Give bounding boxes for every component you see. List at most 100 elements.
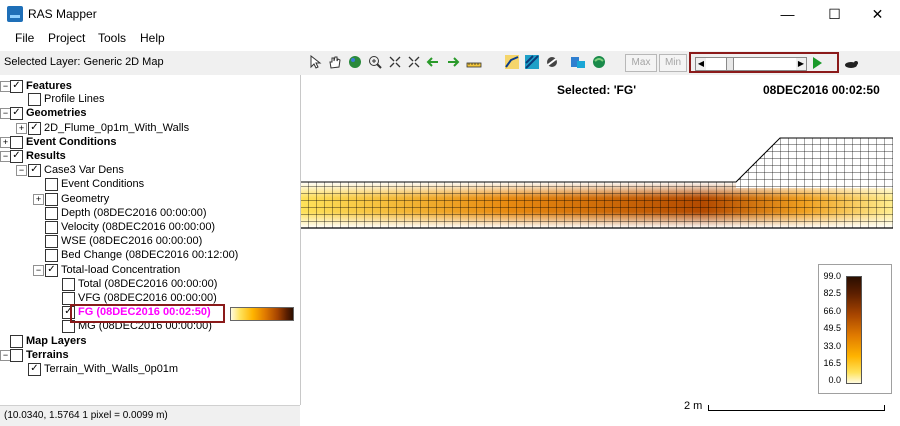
layer-checkbox[interactable] (28, 93, 41, 107)
zoom-in-icon[interactable] (368, 55, 382, 69)
layer-checkbox[interactable]: ✓ (10, 107, 23, 121)
layer-checkbox[interactable] (45, 206, 58, 220)
time-slider[interactable]: ◀ ▶ (695, 57, 807, 71)
tree-item[interactable]: Map Layers (0, 334, 300, 348)
tree-item[interactable]: + Event Conditions (0, 135, 300, 149)
slider-right-arrow-icon[interactable]: ▶ (796, 58, 806, 70)
tree-item[interactable]: Profile Lines (0, 92, 300, 107)
layer-checkbox[interactable]: ✓ (28, 121, 41, 135)
tree-item[interactable]: Bed Change (08DEC2016 00:12:00) (0, 248, 300, 263)
tree-item-label: Total-load Concentration (61, 263, 181, 276)
tree-item[interactable]: Total (08DEC2016 00:00:00) (0, 277, 300, 291)
globe-icon[interactable] (348, 55, 362, 69)
layer-checkbox[interactable]: ✓ (10, 80, 23, 93)
tree-item[interactable]: − ✓ Features (0, 79, 300, 93)
tree-item[interactable]: − ✓ Geometries (0, 106, 300, 121)
tree-item[interactable]: − ✓ Results (0, 149, 300, 163)
map-view[interactable]: Selected: 'FG' 08DEC2016 00:02:50 99.0 8… (301, 75, 900, 425)
tree-item-label: Profile Lines (44, 93, 105, 106)
tree-item[interactable]: Event Conditions (0, 177, 300, 192)
legend-tick: 99.0 (823, 271, 841, 281)
min-button[interactable]: Min (659, 54, 687, 72)
minimize-button[interactable]: — (765, 0, 810, 28)
legend-tick: 16.5 (823, 358, 841, 368)
flow-tool-icon[interactable] (545, 55, 559, 69)
select-arrow-icon[interactable] (308, 54, 322, 69)
layer-stack-icon[interactable] (570, 55, 585, 69)
layer-checkbox[interactable] (10, 348, 23, 362)
layer-checkbox[interactable] (45, 249, 58, 263)
tree-item[interactable]: Depth (08DEC2016 00:00:00) (0, 206, 300, 220)
layer-checkbox[interactable]: ✓ (28, 363, 41, 376)
tree-item-label: Total (08DEC2016 00:00:00) (78, 277, 218, 290)
status-bar: (10.0340, 1.5764 1 pixel = 0.0099 m) (0, 405, 300, 426)
tree-item-label: Geometry (61, 192, 110, 205)
legend-tick: 82.5 (823, 288, 841, 298)
selected-layer-label: Selected Layer: Generic 2D Map (4, 56, 164, 68)
terrain-globe-icon[interactable] (592, 55, 606, 69)
tree-item[interactable]: WSE (08DEC2016 00:00:00) (0, 234, 300, 249)
back-arrow-icon[interactable] (426, 55, 440, 69)
slider-thumb[interactable] (726, 58, 734, 70)
tree-item-label: Event Conditions (61, 178, 145, 191)
legend-gradient (846, 276, 862, 384)
profile-plot-icon[interactable] (505, 55, 519, 69)
layer-checkbox[interactable] (45, 192, 58, 206)
expand-icon[interactable]: + (16, 122, 27, 134)
selected-layer-highlight (70, 304, 225, 323)
expand-icon[interactable]: + (33, 193, 44, 205)
tree-item[interactable]: − ✓ Total-load Concentration (0, 263, 300, 277)
zoom-out-arrows-icon[interactable] (388, 55, 402, 69)
fg-color-ramp[interactable] (230, 307, 294, 321)
pan-hand-icon[interactable] (327, 55, 341, 69)
layer-tree: − ✓ Features Profile Lines − ✓ Geometries + ✓ 2D_… (0, 75, 301, 405)
tree-item[interactable]: − ✓ Case3 Var Dens (0, 163, 300, 178)
tree-item[interactable]: − Terrains (0, 348, 300, 362)
tree-item[interactable]: VFG (08DEC2016 00:00:00) (0, 291, 300, 305)
measure-ruler-icon[interactable] (466, 55, 482, 69)
tree-item[interactable]: ✓ Terrain_With_Walls_0p01m (0, 362, 300, 376)
time-slider-highlight: ◀ ▶ (689, 52, 839, 73)
tree-item-label: WSE (08DEC2016 00:00:00) (61, 235, 203, 248)
layer-checkbox[interactable] (45, 221, 58, 234)
legend-tick: 33.0 (823, 341, 841, 351)
layer-checkbox[interactable]: ✓ (45, 263, 58, 277)
menu-file[interactable]: File (15, 31, 34, 45)
layer-checkbox[interactable]: ✓ (28, 164, 41, 178)
full-extent-icon[interactable] (407, 55, 421, 69)
tree-item-label: Depth (08DEC2016 00:00:00) (61, 206, 207, 219)
coordinate-readout: (10.0340, 1.5764 1 pixel = 0.0099 m) (4, 410, 168, 421)
tree-item-label: Features (26, 80, 72, 92)
layer-checkbox[interactable] (10, 334, 23, 348)
menu-project[interactable]: Project (48, 31, 85, 45)
ras-mapper-app-icon (7, 6, 23, 22)
close-button[interactable]: ✕ (855, 0, 900, 28)
layer-checkbox[interactable] (62, 277, 75, 291)
layer-checkbox[interactable] (45, 235, 58, 249)
collapse-icon[interactable]: − (33, 264, 44, 276)
slider-left-arrow-icon[interactable]: ◀ (696, 58, 706, 70)
forward-arrow-icon[interactable] (446, 55, 460, 69)
layer-checkbox[interactable]: ✓ (10, 150, 23, 163)
tree-item-label: Map Layers (26, 334, 87, 347)
animation-speed-icon[interactable] (843, 58, 859, 73)
legend-tick: 0.0 (828, 375, 841, 385)
play-icon[interactable] (811, 56, 823, 73)
tree-item[interactable]: + Geometry (0, 192, 300, 206)
collapse-icon[interactable]: − (16, 165, 27, 177)
tree-item-label: Terrains (26, 348, 69, 361)
cross-section-icon[interactable] (525, 55, 539, 69)
tree-item-label: Bed Change (08DEC2016 00:12:00) (61, 249, 239, 262)
tree-item-label: Case3 Var Dens (44, 164, 124, 177)
layer-checkbox[interactable] (10, 135, 23, 149)
menu-tools[interactable]: Tools (98, 31, 126, 45)
maximize-button[interactable]: ☐ (812, 0, 857, 28)
scale-bar-label: 2 m (684, 400, 703, 412)
tree-item[interactable]: + ✓ 2D_Flume_0p1m_With_Walls (0, 121, 300, 135)
tree-item-label: VFG (08DEC2016 00:00:00) (78, 292, 217, 304)
menu-bar: File Project Tools Help (0, 28, 900, 48)
menu-help[interactable]: Help (140, 31, 165, 45)
layer-checkbox[interactable] (45, 178, 58, 192)
max-button[interactable]: Max (625, 54, 657, 72)
tree-item[interactable]: Velocity (08DEC2016 00:00:00) (0, 220, 300, 234)
